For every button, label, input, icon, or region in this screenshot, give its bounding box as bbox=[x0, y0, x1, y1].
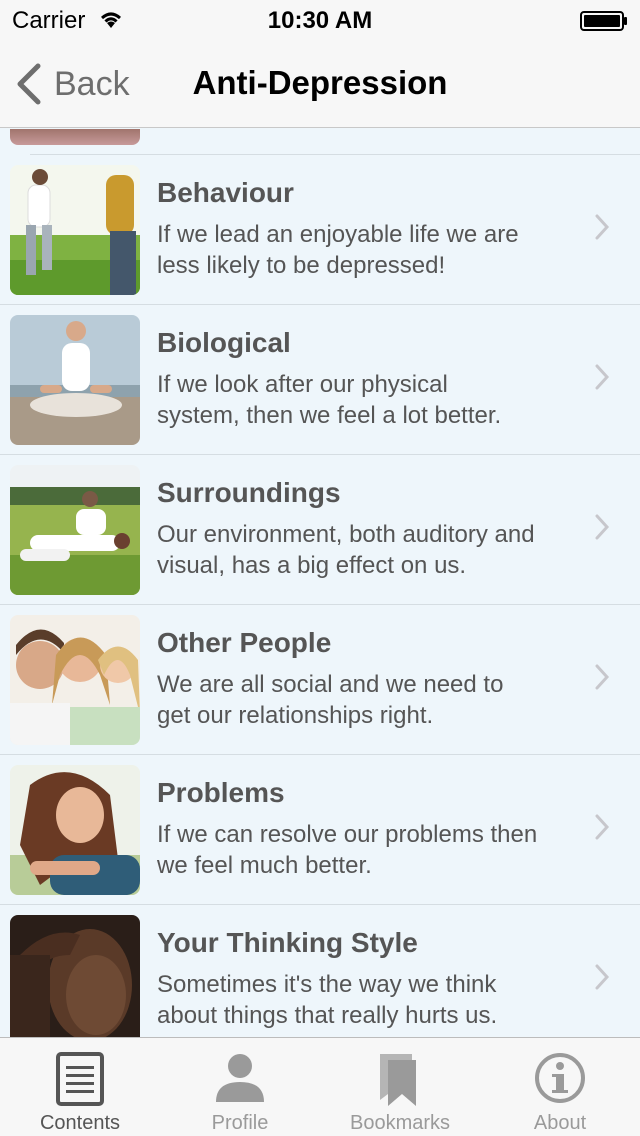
tab-about[interactable]: About bbox=[480, 1038, 640, 1136]
info-icon bbox=[535, 1053, 585, 1103]
row-description-line: Sometimes it's the way we think bbox=[157, 971, 497, 998]
contents-list[interactable]: Behaviour If we lead an enjoyable life w… bbox=[0, 129, 640, 1037]
chevron-right-icon bbox=[595, 214, 610, 240]
tab-contents[interactable]: Contents bbox=[0, 1038, 160, 1136]
row-description-line: system, then we feel a lot better. bbox=[157, 402, 502, 429]
row-title: Other People bbox=[157, 627, 332, 658]
list-item-biological[interactable]: Biological If we look after our physical… bbox=[0, 305, 640, 455]
list-item-behaviour[interactable]: Behaviour If we lead an enjoyable life w… bbox=[0, 155, 640, 305]
row-description-line: visual, has a big effect on us. bbox=[157, 552, 467, 579]
chevron-right-icon bbox=[595, 814, 610, 840]
list-item-surroundings[interactable]: Surroundings Our environment, both audit… bbox=[0, 455, 640, 605]
battery-icon bbox=[580, 11, 627, 31]
status-time: 10:30 AM bbox=[267, 7, 373, 34]
row-description-line: Our environment, both auditory and bbox=[157, 521, 535, 548]
list-item-your-thinking-style[interactable]: Your Thinking Style Sometimes it's the w… bbox=[0, 905, 640, 1037]
row-description-line: If we lead an enjoyable life we are bbox=[157, 221, 519, 248]
bookmark-icon bbox=[380, 1054, 416, 1106]
behaviour-thumbnail bbox=[10, 165, 140, 295]
biological-thumbnail bbox=[10, 315, 140, 445]
document-icon bbox=[56, 1052, 104, 1106]
row-description-line: If we look after our physical bbox=[157, 371, 448, 398]
row-title: Problems bbox=[157, 777, 285, 808]
row-description-line: If we can resolve our problems then bbox=[157, 821, 538, 848]
status-bar: Carrier 10:30 AM bbox=[0, 0, 640, 40]
navigation-bar: Back Anti-Depression bbox=[0, 40, 640, 128]
row-title: Biological bbox=[157, 327, 291, 358]
other-people-thumbnail bbox=[10, 615, 140, 745]
row-description-line: We are all social and we need to bbox=[157, 671, 504, 698]
row-description: We are all social and we need to get our… bbox=[157, 669, 597, 731]
row-description-line: we feel much better. bbox=[157, 852, 372, 879]
row-title: Behaviour bbox=[157, 177, 294, 208]
list-item-partial[interactable] bbox=[10, 129, 640, 155]
chevron-right-icon bbox=[595, 664, 610, 690]
row-title: Your Thinking Style bbox=[157, 927, 418, 958]
tab-bar: Contents Profile Bookmarks About bbox=[0, 1037, 640, 1136]
tab-profile[interactable]: Profile bbox=[160, 1038, 320, 1136]
row-description: If we look after our physical system, th… bbox=[157, 369, 597, 431]
row-description: If we can resolve our problems then we f… bbox=[157, 819, 597, 881]
tab-label: Bookmarks bbox=[349, 1112, 451, 1134]
tab-label: Profile bbox=[211, 1112, 269, 1134]
row-description: Sometimes it's the way we think about th… bbox=[157, 969, 597, 1031]
row-description: If we lead an enjoyable life we are less… bbox=[157, 219, 597, 281]
row-description-line: less likely to be depressed! bbox=[157, 252, 446, 279]
row-description-line: get our relationships right. bbox=[157, 702, 434, 729]
tab-bookmarks[interactable]: Bookmarks bbox=[320, 1038, 480, 1136]
row-title: Surroundings bbox=[157, 477, 341, 508]
page-title: Anti-Depression bbox=[192, 64, 448, 101]
surroundings-thumbnail bbox=[10, 465, 140, 595]
chevron-right-icon bbox=[595, 964, 610, 990]
tab-label: About bbox=[533, 1112, 587, 1134]
thinking-style-thumbnail bbox=[10, 915, 140, 1037]
chevron-right-icon bbox=[595, 364, 610, 390]
tab-label: Contents bbox=[39, 1112, 121, 1134]
list-item-other-people[interactable]: Other People We are all social and we ne… bbox=[0, 605, 640, 755]
row-description-line: about things that really hurts us. bbox=[157, 1002, 498, 1029]
list-item-problems[interactable]: Problems If we can resolve our problems … bbox=[0, 755, 640, 905]
thumbnail-image bbox=[10, 129, 140, 145]
problems-thumbnail bbox=[10, 765, 140, 895]
person-icon bbox=[216, 1054, 264, 1102]
row-description: Our environment, both auditory and visua… bbox=[157, 519, 597, 581]
chevron-right-icon bbox=[595, 514, 610, 540]
